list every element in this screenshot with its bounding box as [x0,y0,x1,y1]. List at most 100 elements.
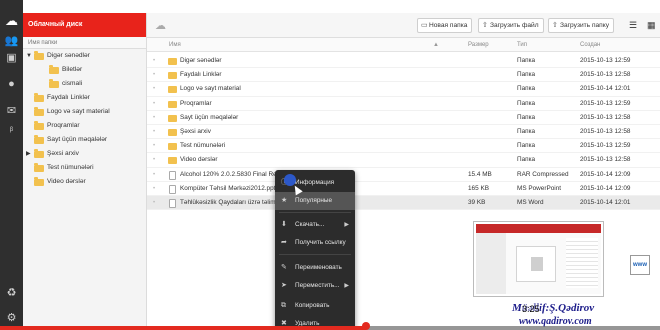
sidebar-item-label: Biletlər [62,66,83,73]
table-row[interactable]: • Logo və sayt material Папка 2015-10-14 12… [147,82,660,97]
file-icon [169,198,176,208]
file-name[interactable]: Faydalı Linklər [180,68,222,82]
list-view-icon[interactable]: ☰ [629,20,637,31]
column-type[interactable]: Тип [517,42,527,48]
file-name[interactable]: Test nümunələri [180,139,225,153]
folder-icon [168,143,177,151]
file-name[interactable]: Kompüter Təhsil Mərkəzi2012.pptx [180,182,279,196]
file-name[interactable]: Sayt üçün məqalələr [180,111,238,125]
sidebar-item[interactable]: Test nümunələri [23,161,146,175]
sort-icon[interactable]: ▲ [433,42,439,48]
grid-view-icon[interactable]: ▦ [647,20,656,31]
sidebar-item[interactable]: Proqramlar [23,119,146,133]
chat-icon[interactable]: ✉ [4,105,19,118]
file-created: 2015-10-13 12:58 [580,113,631,121]
cloud-icon[interactable]: ☁ [155,19,166,32]
row-handle-icon[interactable]: • [153,111,155,125]
thumbnail-sidebar [476,233,506,294]
recycle-icon[interactable]: ♻ [4,287,19,300]
sidebar-item[interactable]: Faydalı Linklər [23,91,146,105]
sidebar-item[interactable]: Logo və sayt material [23,105,146,119]
cloud-logo-icon[interactable]: ☁ [4,14,19,27]
rename-icon: ✎ [281,264,287,271]
file-created: 2015-10-13 12:59 [580,142,631,150]
menu-divider [279,254,351,255]
sidebar-item[interactable]: ▼ Digər sənədlər [23,49,146,63]
table-row[interactable]: • Kompüter Təhsil Mərkəzi2012.pptx 165 KB M… [147,182,660,196]
preview-thumbnail [474,222,603,296]
table-row[interactable]: • Şəxsi arxiv Папка 2015-10-13 12:58 [147,125,660,140]
folder-icon [168,58,177,65]
row-handle-icon[interactable]: • [153,196,155,210]
row-handle-icon[interactable]: • [153,125,155,139]
sidebar-item-label: cismali [62,80,83,87]
new-folder-button[interactable]: ▭Новая папка [417,18,473,33]
table-row[interactable]: • Video dərslər Папка 2015-10-13 12:58 [147,153,660,168]
submenu-arrow-icon: ▶ [344,283,349,289]
move-icon: ➤ [281,282,287,289]
star-icon: ★ [281,197,288,204]
folder-icon [168,128,177,136]
context-menu-item[interactable]: ⧉ Копировать [275,297,355,315]
table-row[interactable]: • Digər sənədlər Папка 2015-10-13 12:59 [147,54,660,69]
file-name[interactable]: Logo və sayt material [180,82,241,96]
row-handle-icon[interactable]: • [153,182,155,196]
sidebar-column-header[interactable]: Имя папки [23,37,146,49]
row-handle-icon[interactable]: • [153,139,155,153]
new-folder-label: Новая папка [429,22,468,29]
file-created: 2015-10-14 12:09 [580,170,631,178]
video-progress-bar[interactable] [0,326,660,330]
sidebar-item[interactable]: cismali [23,77,146,91]
row-handle-icon[interactable]: • [153,168,155,182]
user-icon[interactable]: ● [4,78,19,91]
file-type: Папка [517,85,536,93]
table-row[interactable]: • Təhlükəsizlik Qaydaları üzrə təlimat v 3… [147,195,660,211]
context-menu-item[interactable]: ✎ Переименовать [275,259,355,277]
sidebar-item[interactable]: Biletlər [23,63,146,77]
column-size[interactable]: Размер [468,42,489,48]
row-handle-icon[interactable]: • [153,68,155,82]
context-menu-item[interactable]: ➦ Получить ссылку [275,234,355,252]
column-created[interactable]: Создан [580,42,600,48]
file-name[interactable]: Şəxsi arxiv [180,125,211,139]
sidebar-item[interactable]: Sayt üçün məqalələr [23,133,146,147]
file-icon [169,184,176,194]
context-menu-item[interactable]: ➤ Переместить... ▶ [275,277,355,295]
toolbar: ☁ ▭Новая папка ⇧ Загрузить файл ⇧ Загрузит… [147,13,660,38]
file-name[interactable]: Alcohol 120% 2.0.2.5830 Final Retail [180,168,285,182]
column-name[interactable]: Имя [169,42,181,48]
row-handle-icon[interactable]: • [153,82,155,96]
upload-folder-button[interactable]: ⇧ Загрузить папку [548,18,615,33]
context-menu-item[interactable]: ★ Популярные [275,192,355,210]
channel-logo: www [630,255,650,275]
settings-icon[interactable]: ⚙ [4,312,19,325]
video-progress-fill [0,326,367,330]
user-card-icon[interactable]: ▣ [4,52,19,65]
file-created: 2015-10-13 12:58 [580,127,631,135]
upload-file-button[interactable]: ⇧ Загрузить файл [478,18,544,33]
context-menu-item[interactable]: ⬇ Скачать... ▶ [275,216,355,234]
folder-icon [49,65,59,74]
row-handle-icon[interactable]: • [153,153,155,167]
users-icon[interactable]: 👥 [4,35,19,48]
chevron-down-icon[interactable]: ▼ [26,49,32,63]
table-row[interactable]: • Test nümunələri Папка 2015-10-13 12:59 [147,139,660,154]
folder-icon [34,51,44,60]
row-handle-icon[interactable]: • [153,54,155,68]
file-name[interactable]: Təhlükəsizlik Qaydaları üzrə təlimat v [180,196,286,210]
folder-plus-icon: ▭ [421,22,428,29]
folder-icon [34,163,44,172]
sidebar-item[interactable]: ▶ Şəxsi arxiv [23,147,146,161]
table-row[interactable]: • Faydalı Linklər Папка 2015-10-13 12:58 [147,68,660,83]
sidebar-item[interactable]: Video dərslər [23,175,146,189]
table-row[interactable]: • Proqramlar Папка 2015-10-13 12:59 [147,97,660,111]
file-table-header: Имя ▲ Размер Тип Создан [147,38,660,52]
chevron-right-icon[interactable]: ▶ [26,147,31,161]
row-handle-icon[interactable]: • [153,97,155,111]
file-name[interactable]: Video dərslər [180,153,218,167]
file-type: MS Word [517,198,544,206]
file-name[interactable]: Digər sənədlər [180,54,222,68]
table-row[interactable]: • Sayt üçün məqalələr Папка 2015-10-13 12:5… [147,111,660,125]
table-row[interactable]: • Alcohol 120% 2.0.2.5830 Final Retail 15.… [147,168,660,182]
file-name[interactable]: Proqramlar [180,97,212,111]
